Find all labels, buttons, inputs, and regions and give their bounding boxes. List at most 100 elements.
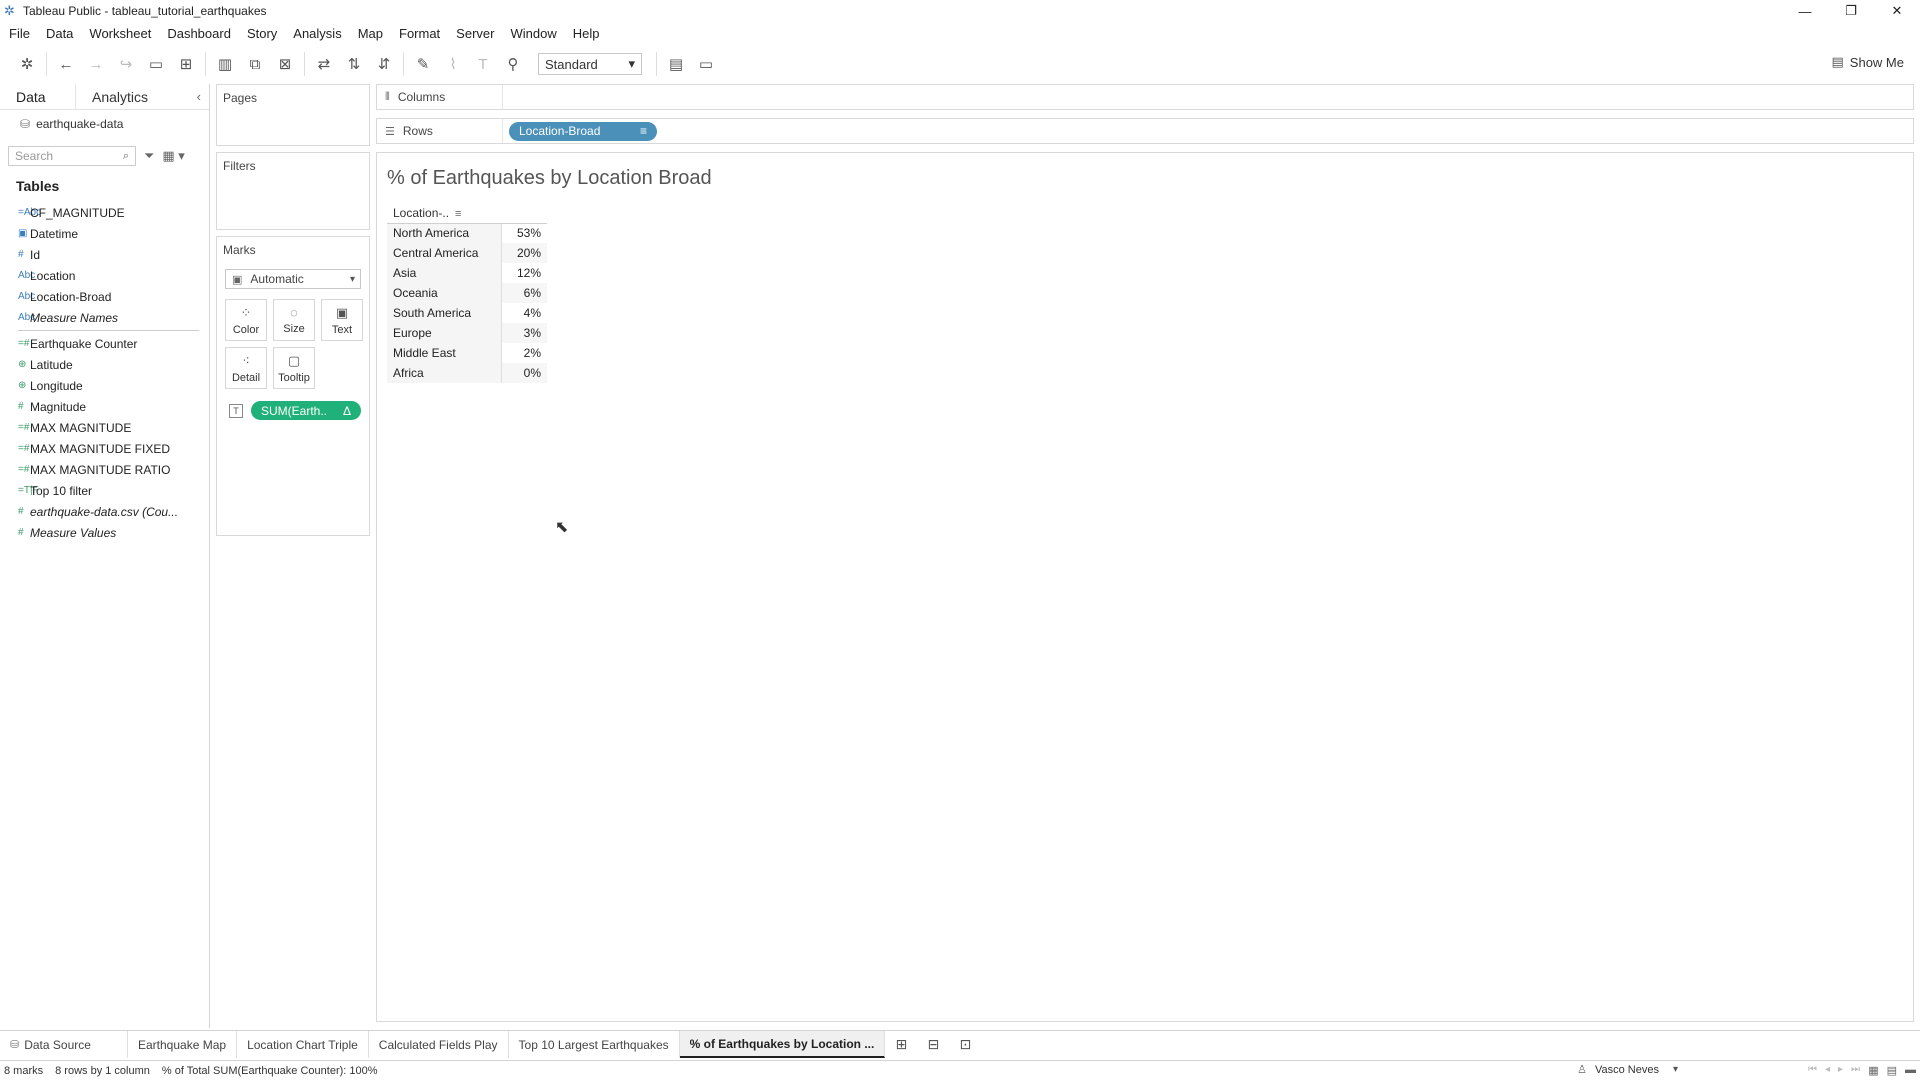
collapse-icon[interactable]: ‹ (197, 89, 201, 104)
minimize-icon[interactable]: — (1782, 0, 1828, 22)
field-item[interactable]: Abc Measure Names (0, 307, 209, 328)
menu-worksheet[interactable]: Worksheet (88, 24, 152, 43)
labels-icon[interactable]: T (468, 50, 498, 78)
close-icon[interactable]: ✕ (1874, 0, 1920, 22)
table-row[interactable]: North America 53% (387, 223, 547, 243)
user-menu[interactable]: ♙ Vasco Neves ▾ (1577, 1063, 1678, 1077)
sort-ascending-icon[interactable]: ⇅ (339, 50, 369, 78)
field-item[interactable]: =# MAX MAGNITUDE FIXED (0, 438, 209, 459)
row-category[interactable]: North America (387, 223, 502, 243)
new-dashboard-tab-icon[interactable]: ⊟ (917, 1031, 949, 1058)
row-category[interactable]: Middle East (387, 343, 502, 363)
table-row[interactable]: South America 4% (387, 303, 547, 323)
row-category[interactable]: Europe (387, 323, 502, 343)
row-category[interactable]: Central America (387, 243, 502, 263)
field-item[interactable]: =# Earthquake Counter (0, 333, 209, 354)
new-worksheet-icon[interactable]: ▥ (210, 50, 240, 78)
first-sheet-icon[interactable]: ⏮ (1808, 1064, 1817, 1075)
row-value[interactable]: 3% (501, 323, 547, 343)
detail-button[interactable]: ⁖ Detail (225, 347, 267, 389)
menu-file[interactable]: File (8, 24, 31, 43)
save-icon[interactable]: ▭ (141, 50, 171, 78)
row-value[interactable]: 53% (501, 223, 547, 243)
swap-icon[interactable]: ⇄ (309, 50, 339, 78)
search-input[interactable]: Search ⌕ (8, 146, 136, 166)
field-item[interactable]: # Magnitude (0, 396, 209, 417)
column-header[interactable]: Location-.. ≡ (387, 203, 501, 224)
table-row[interactable]: Asia 12% (387, 263, 547, 283)
mark-type-dropdown[interactable]: ▣ Automatic ▾ (225, 269, 361, 289)
field-item[interactable]: =Abc CF_MAGNITUDE (0, 202, 209, 223)
tab-location-chart-triple[interactable]: Location Chart Triple (237, 1031, 369, 1058)
color-button[interactable]: ⁘ Color (225, 299, 267, 341)
tab-top-10-largest-earthquakes[interactable]: Top 10 Largest Earthquakes (509, 1031, 680, 1058)
pages-card[interactable]: Pages (216, 84, 370, 146)
group-icon[interactable]: ⌇ (438, 50, 468, 78)
location-broad-pill[interactable]: Location-Broad ≡ (509, 121, 657, 141)
new-worksheet-tab-icon[interactable]: ⊞ (885, 1031, 917, 1058)
menu-map[interactable]: Map (357, 24, 384, 43)
filters-card[interactable]: Filters (216, 152, 370, 230)
sort-descending-icon[interactable]: ⇵ (369, 50, 399, 78)
field-item[interactable]: ⊕ Longitude (0, 375, 209, 396)
row-value[interactable]: 4% (501, 303, 547, 323)
restore-icon[interactable]: ❐ (1828, 0, 1874, 22)
row-category[interactable]: South America (387, 303, 502, 323)
row-value[interactable]: 2% (501, 343, 547, 363)
data-source-item[interactable]: ⛁ earthquake-data (0, 112, 209, 136)
tableau-home-icon[interactable]: ✲ (12, 50, 42, 78)
next-sheet-icon[interactable]: ▸ (1838, 1064, 1843, 1075)
show-cards-icon[interactable]: ▤ (661, 50, 691, 78)
columns-shelf[interactable]: ⦀ Columns (376, 84, 1914, 110)
menu-data[interactable]: Data (45, 24, 74, 43)
tab-analytics[interactable]: Analytics (76, 84, 164, 110)
pin-icon[interactable]: ⚲ (498, 50, 528, 78)
table-row[interactable]: Central America 20% (387, 243, 547, 263)
row-value[interactable]: 6% (501, 283, 547, 303)
show-me-button[interactable]: ▤ Show Me (1832, 54, 1905, 70)
field-item[interactable]: ▣ Datetime (0, 223, 209, 244)
row-value[interactable]: 12% (501, 263, 547, 283)
highlight-icon[interactable]: ✎ (408, 50, 438, 78)
tooltip-button[interactable]: ▢ Tooltip (273, 347, 315, 389)
table-row[interactable]: Europe 3% (387, 323, 547, 343)
presentation-mode-icon[interactable]: ▭ (691, 50, 721, 78)
sum-earthquake-pill[interactable]: SUM(Earth.. Δ (251, 401, 361, 420)
text-encoding-icon[interactable]: T (229, 403, 243, 418)
field-item[interactable]: Abc Location (0, 265, 209, 286)
field-item[interactable]: ⊕ Latitude (0, 354, 209, 375)
filmstrip-icon[interactable]: ▤ (1887, 1064, 1897, 1077)
row-value[interactable]: 0% (501, 363, 547, 383)
table-row[interactable]: Africa 0% (387, 363, 547, 383)
tab-percent-earthquakes-by-location[interactable]: % of Earthquakes by Location ... (679, 1031, 886, 1058)
field-item[interactable]: =# MAX MAGNITUDE (0, 417, 209, 438)
tabs-view-icon[interactable]: ▬ (1905, 1064, 1916, 1077)
tab-calculated-fields-play[interactable]: Calculated Fields Play (369, 1031, 509, 1058)
field-item[interactable]: # Id (0, 244, 209, 265)
table-row[interactable]: Middle East 2% (387, 343, 547, 363)
new-data-source-icon[interactable]: ⊞ (171, 50, 201, 78)
field-item[interactable]: =T|F Top 10 filter (0, 480, 209, 501)
duplicate-sheet-icon[interactable]: ⧉ (240, 50, 270, 78)
view-options-icon[interactable]: ▦ ▾ (162, 148, 184, 164)
menu-server[interactable]: Server (455, 24, 495, 43)
tab-data[interactable]: Data (0, 83, 76, 110)
clear-sheet-icon[interactable]: ⊠ (270, 50, 300, 78)
undo-icon[interactable]: ← (51, 50, 81, 78)
field-item[interactable]: # Measure Values (0, 522, 209, 543)
menu-window[interactable]: Window (509, 24, 557, 43)
menu-dashboard[interactable]: Dashboard (166, 24, 232, 43)
fit-dropdown[interactable]: Standard ▾ (538, 53, 642, 75)
text-button[interactable]: ▣ Text (321, 299, 363, 341)
tab-earthquake-map[interactable]: Earthquake Map (128, 1031, 238, 1058)
row-category[interactable]: Africa (387, 363, 502, 383)
menu-analysis[interactable]: Analysis (292, 24, 342, 43)
menu-format[interactable]: Format (398, 24, 441, 43)
size-button[interactable]: ◌ Size (273, 299, 315, 341)
field-item[interactable]: Abc Location-Broad (0, 286, 209, 307)
prev-sheet-icon[interactable]: ◂ (1825, 1064, 1830, 1075)
field-item[interactable]: # earthquake-data.csv (Cou... (0, 501, 209, 522)
row-value[interactable]: 20% (501, 243, 547, 263)
sheet-sorter-icon[interactable]: ▦ (1868, 1064, 1878, 1077)
new-story-tab-icon[interactable]: ⊡ (949, 1031, 981, 1058)
